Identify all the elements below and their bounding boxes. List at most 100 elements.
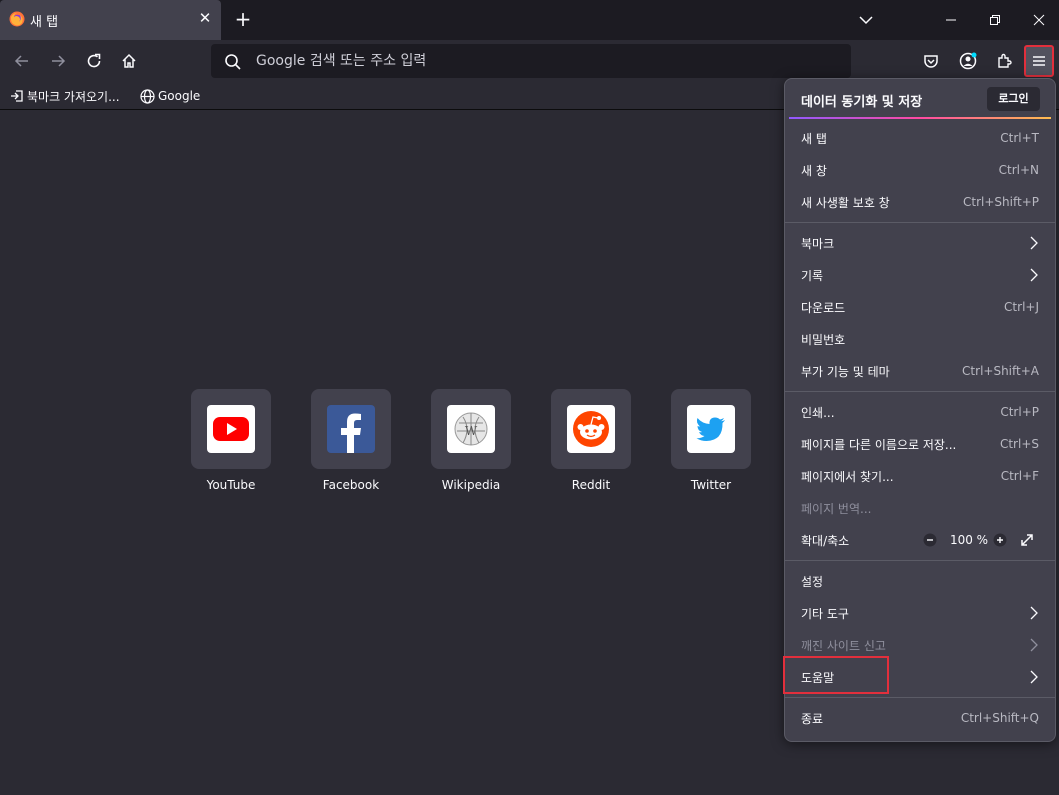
chevron-right-icon: [1030, 606, 1038, 620]
list-all-tabs-icon[interactable]: [854, 8, 878, 32]
top-site-label: YouTube: [206, 478, 256, 492]
top-site-label: Wikipedia: [441, 478, 501, 492]
top-site-twitter[interactable]: Twitter: [671, 389, 751, 492]
tab-new-tab[interactable]: 새 탭 ✕: [0, 0, 221, 40]
forward-icon[interactable]: [45, 48, 71, 74]
menu-item-passwords[interactable]: 비밀번호: [785, 323, 1055, 355]
menu-item-shortcut: Ctrl+S: [999, 437, 1039, 451]
menu-item-shortcut: Ctrl+T: [1000, 131, 1039, 145]
wikipedia-logo: W: [447, 405, 495, 453]
menu-separator: [785, 222, 1055, 223]
reload-icon[interactable]: [81, 48, 107, 74]
menu-item-shortcut: Ctrl+Shift+P: [963, 195, 1039, 209]
hamburger-icon: [1033, 56, 1045, 66]
bookmark-google[interactable]: Google: [140, 87, 200, 105]
menu-separator: [785, 391, 1055, 392]
close-window-icon[interactable]: [1027, 8, 1051, 32]
top-site-label: Twitter: [690, 478, 732, 492]
menu-item-new-window[interactable]: 새 창 Ctrl+N: [785, 154, 1055, 186]
tab-close-icon[interactable]: ✕: [196, 9, 214, 27]
menu-item-label: 새 사생활 보호 창: [801, 196, 890, 210]
bookmark-import[interactable]: 북마크 가져오기...: [10, 87, 120, 105]
fullscreen-icon[interactable]: [1018, 531, 1036, 549]
menu-item-shortcut: Ctrl+J: [1004, 300, 1039, 314]
menu-item-print[interactable]: 인쇄... Ctrl+P: [785, 396, 1055, 428]
app-menu-button[interactable]: [1024, 45, 1054, 77]
account-icon[interactable]: [955, 48, 981, 74]
menu-item-history[interactable]: 기록: [785, 259, 1055, 291]
url-bar[interactable]: [211, 44, 851, 78]
home-icon[interactable]: [116, 48, 142, 74]
top-site-tile[interactable]: [311, 389, 391, 469]
globe-icon: [140, 88, 155, 104]
login-button[interactable]: 로그인: [987, 87, 1040, 111]
new-tab-button[interactable]: +: [231, 8, 255, 32]
menu-separator: [785, 560, 1055, 561]
youtube-logo: [207, 405, 255, 453]
top-site-tile[interactable]: [671, 389, 751, 469]
facebook-logo: [327, 405, 375, 453]
zoom-controls: 100 %: [921, 528, 1041, 552]
menu-item-label: 페이지에서 찾기...: [801, 470, 894, 484]
help-highlight-box: [783, 656, 889, 694]
menu-item-exit[interactable]: 종료 Ctrl+Shift+Q: [785, 702, 1055, 734]
menu-item-downloads[interactable]: 다운로드 Ctrl+J: [785, 291, 1055, 323]
menu-item-shortcut: Ctrl+F: [1000, 469, 1039, 483]
twitter-logo: [687, 405, 735, 453]
chevron-right-icon: [1030, 236, 1038, 250]
menu-item-shortcut: Ctrl+Shift+A: [962, 364, 1039, 378]
back-icon[interactable]: [9, 48, 35, 74]
menu-item-save-page[interactable]: 페이지를 다른 이름으로 저장... Ctrl+S: [785, 428, 1055, 460]
zoom-out-icon[interactable]: [921, 531, 939, 549]
menu-item-new-tab[interactable]: 새 탭 Ctrl+T: [785, 122, 1055, 154]
top-site-tile[interactable]: [551, 389, 631, 469]
svg-text:W: W: [465, 424, 478, 438]
search-icon: [225, 54, 241, 70]
extensions-icon[interactable]: [991, 48, 1017, 74]
restore-icon[interactable]: [983, 8, 1007, 32]
reddit-logo: [567, 405, 615, 453]
minimize-icon[interactable]: [939, 8, 963, 32]
top-site-wikipedia[interactable]: W Wikipedia: [431, 389, 511, 492]
menu-separator: [785, 697, 1055, 698]
pocket-icon[interactable]: [918, 48, 944, 74]
menu-item-label: 비밀번호: [801, 333, 846, 347]
zoom-value[interactable]: 100 %: [949, 533, 989, 547]
menu-item-label: 북마크: [801, 237, 835, 251]
zoom-in-icon[interactable]: [991, 531, 1009, 549]
chevron-right-icon: [1030, 268, 1038, 282]
menu-item-label: 기타 도구: [801, 607, 849, 621]
menu-item-label: 확대/축소: [801, 534, 850, 548]
top-site-facebook[interactable]: Facebook: [311, 389, 391, 492]
menu-item-settings[interactable]: 설정: [785, 565, 1055, 597]
menu-item-label: 새 탭: [801, 132, 827, 146]
menu-item-find-in-page[interactable]: 페이지에서 찾기... Ctrl+F: [785, 460, 1055, 492]
sync-title: 데이터 동기화 및 저장: [801, 95, 923, 110]
menu-item-label: 새 창: [801, 164, 827, 178]
menu-item-addons[interactable]: 부가 기능 및 테마 Ctrl+Shift+A: [785, 355, 1055, 387]
menu-item-label: 페이지를 다른 이름으로 저장...: [801, 438, 957, 452]
menu-item-label: 설정: [801, 575, 824, 589]
menu-item-more-tools[interactable]: 기타 도구: [785, 597, 1055, 629]
menu-item-zoom: 확대/축소 100 %: [785, 524, 1055, 556]
menu-item-label: 다운로드: [801, 301, 846, 315]
sync-header: 데이터 동기화 및 저장 로그인: [785, 79, 1055, 119]
top-site-label: Facebook: [322, 478, 380, 492]
bookmark-label: 북마크 가져오기...: [27, 89, 120, 104]
menu-item-label: 인쇄...: [801, 406, 835, 420]
tab-strip: 새 탭 ✕ +: [0, 0, 1059, 40]
menu-item-shortcut: Ctrl+Shift+Q: [960, 711, 1039, 725]
menu-item-label: 종료: [801, 712, 824, 726]
top-site-tile[interactable]: [191, 389, 271, 469]
top-site-tile[interactable]: W: [431, 389, 511, 469]
header-gradient-divider: [789, 117, 1051, 119]
url-input[interactable]: [256, 49, 836, 73]
app-menu-panel: 데이터 동기화 및 저장 로그인 새 탭 Ctrl+T 새 창 Ctrl+N 새…: [784, 78, 1056, 742]
menu-item-shortcut: Ctrl+N: [998, 163, 1039, 177]
top-site-youtube[interactable]: YouTube: [191, 389, 271, 492]
top-site-reddit[interactable]: Reddit: [551, 389, 631, 492]
navigation-toolbar: [0, 40, 1059, 82]
menu-item-private-window[interactable]: 새 사생활 보호 창 Ctrl+Shift+P: [785, 186, 1055, 218]
menu-item-label: 부가 기능 및 테마: [801, 365, 890, 379]
menu-item-bookmarks[interactable]: 북마크: [785, 227, 1055, 259]
